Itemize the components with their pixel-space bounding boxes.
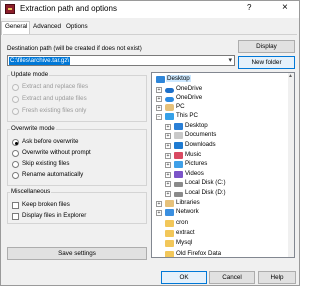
tab-advanced[interactable]: Advanced bbox=[33, 23, 61, 30]
expand-plus-icon[interactable]: + bbox=[165, 124, 171, 130]
computer-icon bbox=[165, 113, 174, 120]
option-label: Display files in Explorer bbox=[22, 212, 87, 219]
tree-item-label: cron bbox=[176, 219, 189, 226]
desktop-folder-icon bbox=[174, 123, 183, 130]
documents-icon bbox=[174, 132, 183, 139]
expand-plus-icon[interactable]: + bbox=[156, 201, 162, 207]
expand-plus-icon[interactable]: + bbox=[165, 162, 171, 168]
folder-icon bbox=[165, 251, 174, 257]
help-icon[interactable]: ? bbox=[247, 3, 251, 12]
radio-circle-selected[interactable] bbox=[12, 139, 19, 146]
title-bar: Extraction path and options ? × bbox=[1, 1, 299, 18]
cloud-icon bbox=[165, 97, 174, 102]
tab-divider bbox=[3, 34, 297, 35]
tree-item-label: Desktop bbox=[166, 75, 191, 82]
destination-path-combobox[interactable]: C:\files\archive.tar.gz\ ▾ bbox=[7, 55, 235, 66]
checkbox-box[interactable] bbox=[12, 202, 19, 209]
close-icon[interactable]: × bbox=[282, 2, 288, 13]
ok-button[interactable]: OK bbox=[161, 271, 207, 284]
tree-item-label: Downloads bbox=[185, 141, 216, 148]
tab-general[interactable]: General bbox=[5, 23, 27, 30]
drive-icon bbox=[174, 182, 183, 187]
radio-circle[interactable] bbox=[12, 161, 19, 168]
winrar-app-icon bbox=[5, 4, 15, 14]
expand-plus-icon[interactable]: + bbox=[165, 191, 171, 197]
user-folder-icon bbox=[165, 104, 174, 111]
new-folder-button[interactable]: New folder bbox=[238, 56, 295, 69]
tree-item-label: Local Disk (D:) bbox=[185, 189, 226, 196]
radio-circle[interactable] bbox=[12, 172, 19, 179]
window-title: Extraction path and options bbox=[20, 4, 117, 13]
option-label: Overwrite without prompt bbox=[22, 149, 91, 156]
scroll-up-icon[interactable]: ▲ bbox=[288, 73, 293, 79]
tree-item-label: This PC bbox=[176, 112, 199, 119]
radio-circle[interactable] bbox=[12, 108, 19, 115]
destination-path-value[interactable]: C:\files\archive.tar.gz\ bbox=[9, 57, 71, 65]
tab-options[interactable]: Options bbox=[66, 23, 88, 30]
cloud-icon bbox=[165, 88, 174, 93]
tree-item-label: Old Firefox Data bbox=[176, 250, 222, 257]
miscellaneous-group bbox=[7, 192, 147, 224]
radio-circle[interactable] bbox=[12, 84, 19, 91]
chevron-down-icon[interactable]: ▾ bbox=[228, 56, 232, 64]
tree-item-label: Pictures bbox=[185, 160, 208, 167]
network-icon bbox=[165, 209, 174, 216]
cancel-button[interactable]: Cancel bbox=[209, 271, 255, 284]
tree-item-label: Libraries bbox=[176, 199, 200, 206]
libraries-icon bbox=[165, 200, 174, 207]
expand-plus-icon[interactable]: + bbox=[165, 172, 171, 178]
music-icon bbox=[174, 152, 183, 159]
folder-icon bbox=[165, 220, 174, 227]
tree-item-label: Mysql bbox=[176, 239, 193, 246]
tree-item-label: Videos bbox=[185, 170, 204, 177]
option-label: Ask before overwrite bbox=[22, 138, 79, 145]
option-label: Fresh existing files only bbox=[22, 107, 87, 114]
option-label: Skip existing files bbox=[22, 160, 70, 167]
tree-item-label: Documents bbox=[185, 131, 217, 138]
drive-icon bbox=[174, 192, 183, 197]
save-settings-button[interactable]: Save settings bbox=[7, 247, 147, 260]
collapse-minus-icon[interactable]: − bbox=[156, 114, 162, 120]
display-button[interactable]: Display bbox=[238, 40, 295, 53]
tree-scrollbar[interactable] bbox=[288, 73, 294, 257]
update-mode-label: Update mode bbox=[10, 71, 50, 78]
destination-path-label: Destination path (will be created if doe… bbox=[7, 45, 142, 52]
overwrite-mode-label: Overwrite mode bbox=[10, 125, 56, 132]
expand-plus-icon[interactable]: + bbox=[156, 105, 162, 111]
checkbox-box[interactable] bbox=[12, 213, 19, 220]
desktop-icon bbox=[156, 76, 165, 83]
option-label: Extract and update files bbox=[22, 95, 87, 102]
tree-item-label: Music bbox=[185, 151, 202, 158]
help-button[interactable]: Help bbox=[258, 271, 296, 284]
miscellaneous-label: Miscellaneous bbox=[10, 188, 52, 195]
expand-plus-icon[interactable]: + bbox=[165, 143, 171, 149]
downloads-icon bbox=[174, 142, 183, 149]
radio-circle[interactable] bbox=[12, 150, 19, 157]
expand-plus-icon[interactable]: + bbox=[165, 133, 171, 139]
expand-plus-icon[interactable]: + bbox=[156, 87, 162, 93]
option-label: Rename automatically bbox=[22, 171, 84, 178]
tree-item-label: Network bbox=[176, 208, 199, 215]
tree-item-label: PC bbox=[176, 103, 185, 110]
radio-circle[interactable] bbox=[12, 96, 19, 103]
expand-plus-icon[interactable]: + bbox=[156, 210, 162, 216]
folder-icon bbox=[165, 230, 174, 237]
tree-item-label: OneDrive bbox=[176, 94, 203, 101]
expand-plus-icon[interactable]: + bbox=[165, 153, 171, 159]
expand-plus-icon[interactable]: + bbox=[165, 181, 171, 187]
tree-item-label: Local Disk (C:) bbox=[185, 179, 226, 186]
tree-item-label: OneDrive bbox=[176, 85, 203, 92]
pictures-icon bbox=[174, 161, 183, 168]
folder-tree[interactable]: Desktop + OneDrive + OneDrive + PC − Thi… bbox=[151, 72, 295, 258]
videos-icon bbox=[174, 171, 183, 178]
tree-item-label: Desktop bbox=[185, 122, 208, 129]
option-label: Extract and replace files bbox=[22, 83, 89, 90]
option-label: Keep broken files bbox=[22, 201, 70, 208]
folder-icon bbox=[165, 240, 174, 247]
tree-item-label: extract bbox=[176, 229, 195, 236]
expand-plus-icon[interactable]: + bbox=[156, 96, 162, 102]
extraction-dialog: Extraction path and options ? × General … bbox=[0, 0, 300, 286]
